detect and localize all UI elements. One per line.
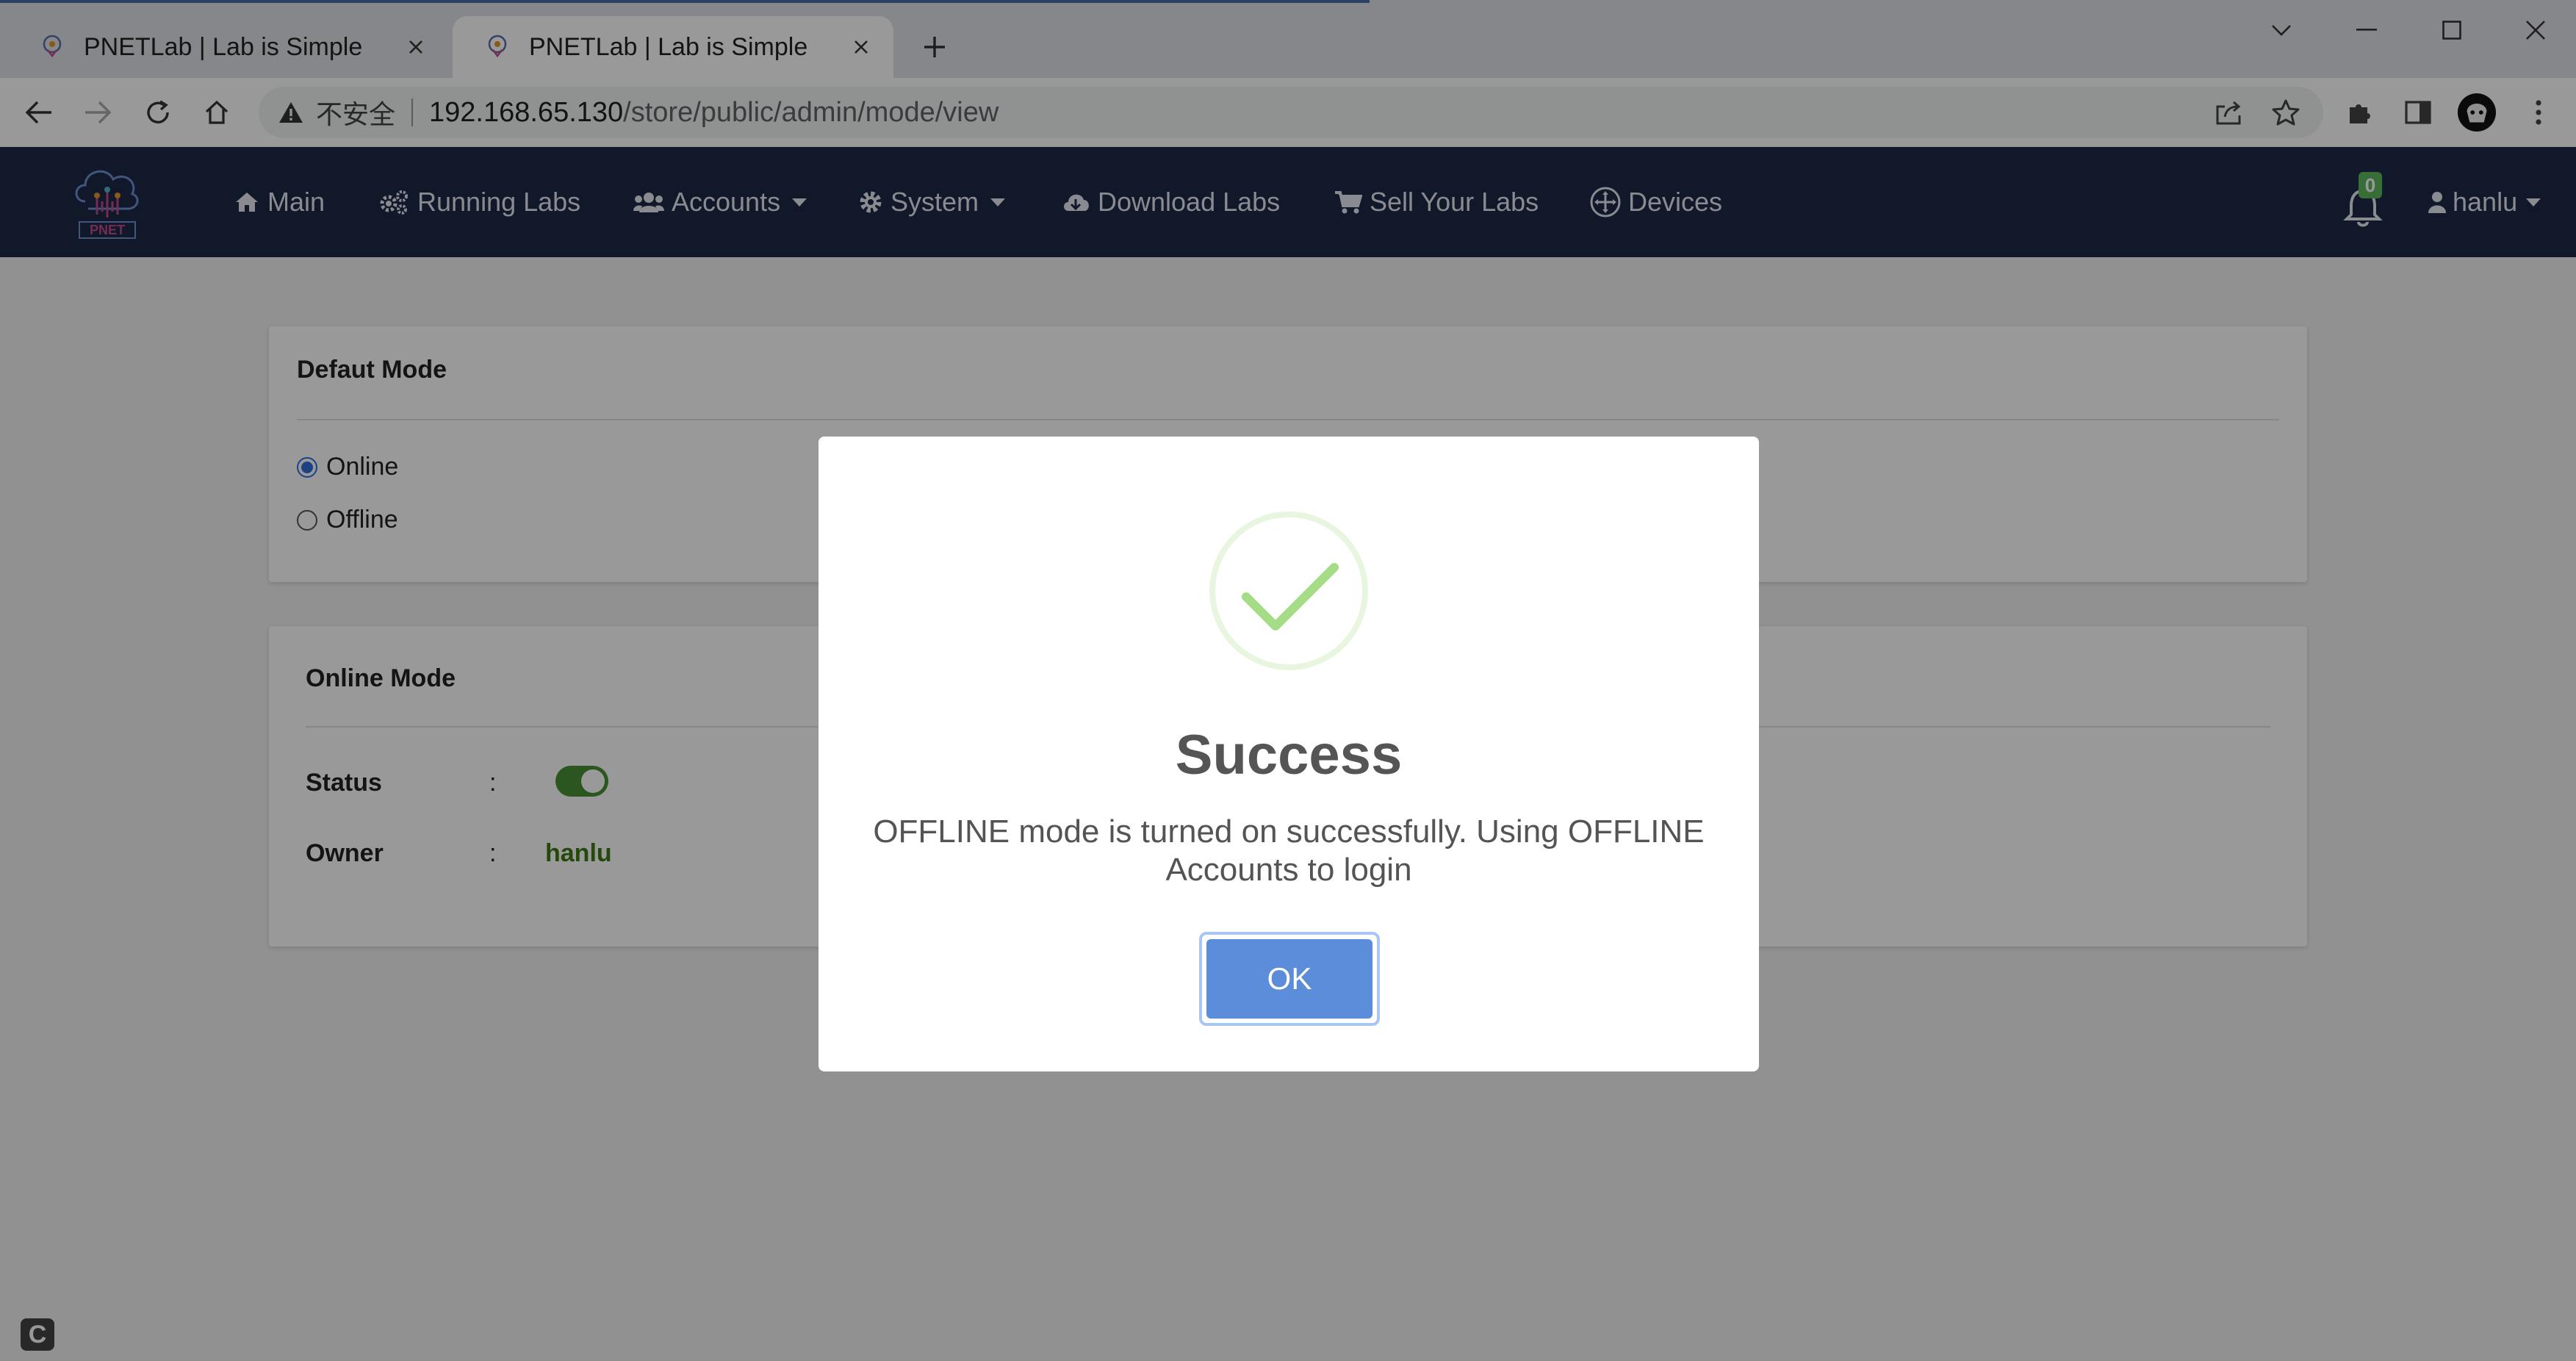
dialog-message: OFFLINE mode is turned on successfully. …: [848, 813, 1730, 889]
success-check-icon: [1208, 510, 1370, 672]
success-dialog: Success OFFLINE mode is turned on succes…: [819, 437, 1759, 1071]
dialog-message-line-1: OFFLINE mode is turned on successfully. …: [873, 814, 1705, 850]
dialog-message-line-2: Accounts to login: [1165, 852, 1412, 888]
dialog-title: Success: [1175, 724, 1403, 786]
ok-button[interactable]: OK: [1206, 939, 1372, 1019]
